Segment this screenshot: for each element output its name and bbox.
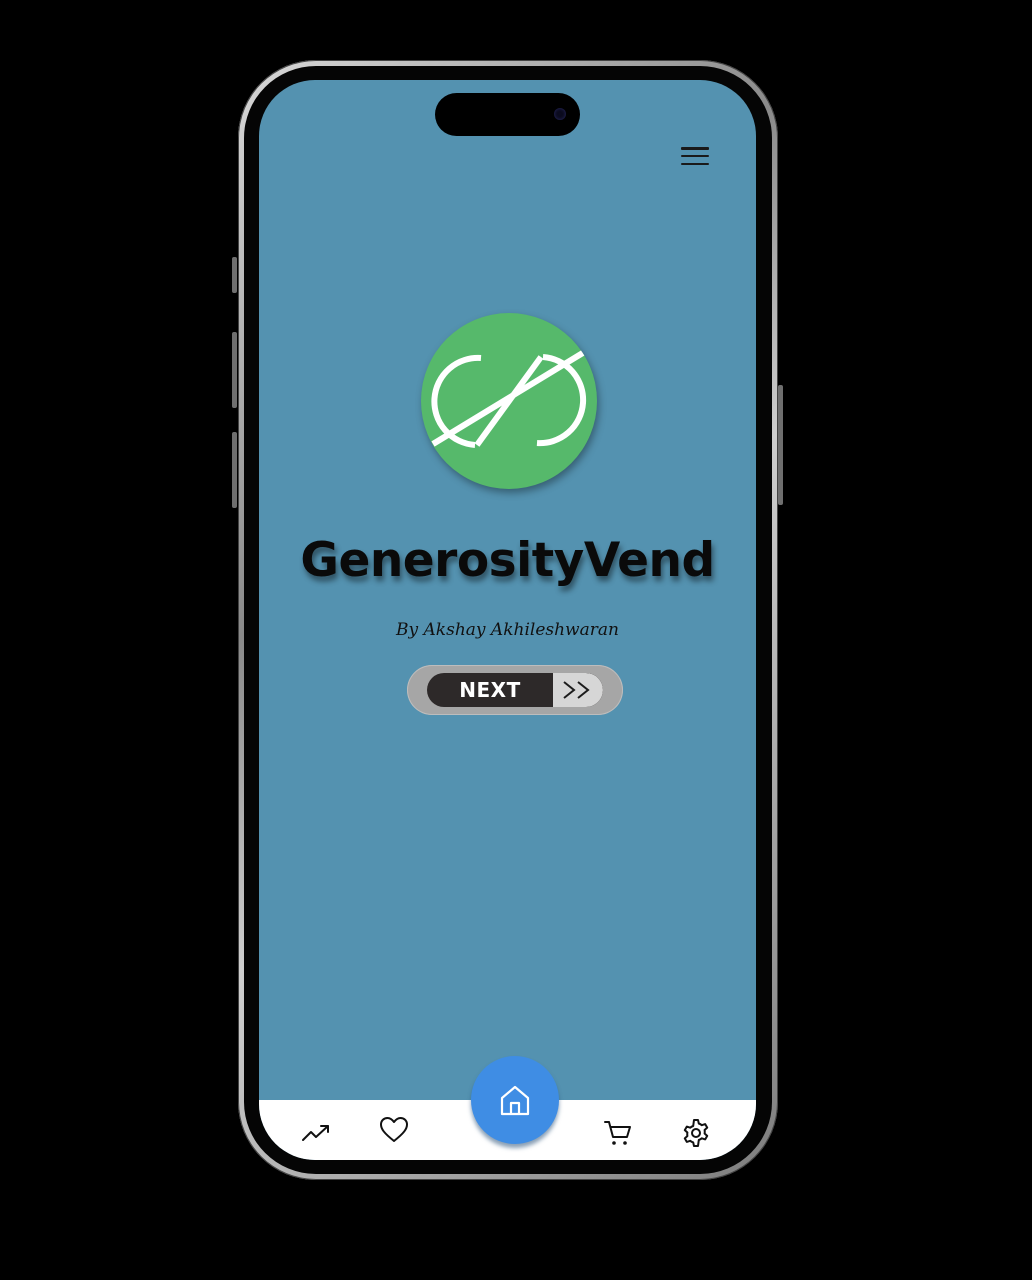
volume-up-button xyxy=(232,332,237,408)
home-button[interactable] xyxy=(471,1056,559,1144)
next-pill: NEXT xyxy=(427,673,603,707)
logo-mark-icon xyxy=(431,348,588,448)
heart-icon[interactable] xyxy=(378,1114,410,1146)
next-button[interactable]: NEXT xyxy=(407,665,623,715)
app-title: GenerosityVend xyxy=(300,533,715,588)
next-label: NEXT xyxy=(459,678,521,702)
app-logo xyxy=(421,313,597,489)
menu-line xyxy=(681,154,709,158)
hamburger-menu-icon[interactable] xyxy=(679,144,711,168)
settings-gear-icon[interactable] xyxy=(680,1117,712,1149)
home-icon xyxy=(500,1085,530,1116)
double-chevron-right-icon xyxy=(553,673,603,707)
menu-line xyxy=(681,162,709,165)
author-byline: By Akshay Akhileshwaran xyxy=(396,620,619,640)
menu-line xyxy=(681,147,709,150)
mute-switch xyxy=(232,257,237,293)
cart-icon[interactable] xyxy=(602,1117,634,1149)
front-camera xyxy=(554,108,566,120)
power-button xyxy=(778,385,783,505)
app-screen: GenerosityVend By Akshay Akhileshwaran N… xyxy=(259,80,756,1160)
trending-up-icon[interactable] xyxy=(300,1117,332,1149)
volume-down-button xyxy=(232,432,237,508)
dynamic-island xyxy=(435,93,580,136)
stage: GenerosityVend By Akshay Akhileshwaran N… xyxy=(0,0,1032,1280)
